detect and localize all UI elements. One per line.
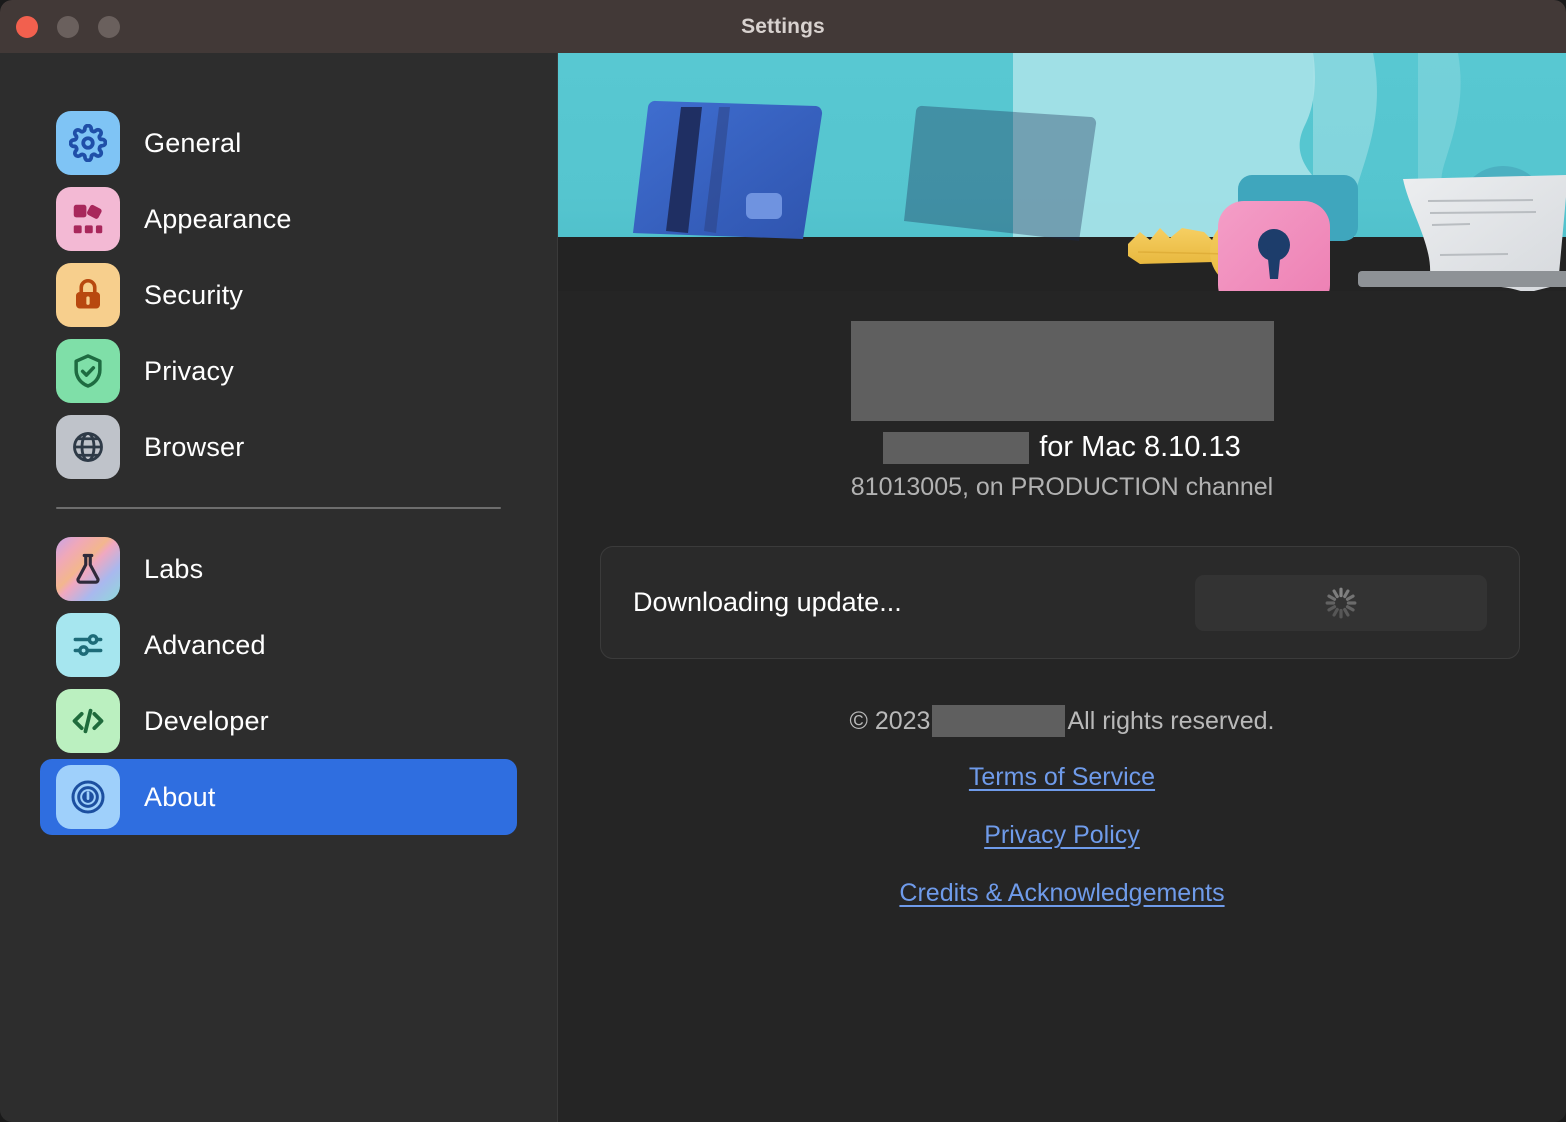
company-name-redacted [932,705,1065,737]
sidebar-item-label: Security [144,280,243,311]
gear-icon [56,111,120,175]
about-panel: for Mac 8.10.13 81013005, on PRODUCTION … [558,53,1566,1122]
sidebar-item-label: About [144,782,216,813]
sidebar-item-security[interactable]: Security [40,257,517,333]
app-logo-redacted [851,321,1274,421]
sidebar-item-developer[interactable]: Developer [40,683,517,759]
sidebar-item-label: Appearance [144,204,292,235]
terms-of-service-link[interactable]: Terms of Service [969,763,1155,792]
sidebar-item-label: General [144,128,241,159]
window-body: General Appearance [0,53,1566,1122]
update-card: Downloading update... [600,546,1520,659]
globe-icon [56,415,120,479]
loading-spinner-icon [1324,586,1358,620]
sidebar-divider [56,507,501,509]
app-version-line: for Mac 8.10.13 [558,431,1566,464]
window-title: Settings [741,15,825,39]
app-build-text: 81013005, on PRODUCTION channel [558,473,1566,502]
sidebar-item-appearance[interactable]: Appearance [40,181,517,257]
update-card-wrap: Downloading update... [558,502,1566,659]
update-action-button[interactable] [1195,575,1487,631]
copyright-prefix: © 2023 [849,707,930,736]
settings-sidebar: General Appearance [0,53,558,1122]
settings-window: Settings General [0,0,1566,1122]
sidebar-nav: General Appearance [0,105,557,835]
close-window-button[interactable] [16,16,38,38]
code-icon [56,689,120,753]
credits-link[interactable]: Credits & Acknowledgements [899,879,1224,908]
lock-icon [56,263,120,327]
sliders-icon [56,613,120,677]
sidebar-item-label: Advanced [144,630,266,661]
hero-illustration [558,53,1566,291]
flask-icon [56,537,120,601]
sidebar-item-about[interactable]: About [40,759,517,835]
copyright-suffix: All rights reserved. [1067,707,1274,736]
about-footer: © 2023 All rights reserved. Terms of Ser… [558,659,1566,908]
copyright-line: © 2023 All rights reserved. [558,705,1566,737]
sidebar-item-label: Browser [144,432,244,463]
about-target-icon [56,765,120,829]
privacy-policy-link[interactable]: Privacy Policy [984,821,1140,850]
shield-check-icon [56,339,120,403]
sidebar-item-label: Labs [144,554,203,585]
sidebar-item-labs[interactable]: Labs [40,531,517,607]
app-identity: for Mac 8.10.13 81013005, on PRODUCTION … [558,291,1566,502]
app-name-redacted [883,432,1029,464]
sidebar-item-browser[interactable]: Browser [40,409,517,485]
maximize-window-button[interactable] [98,16,120,38]
sidebar-item-label: Developer [144,706,269,737]
sidebar-item-general[interactable]: General [40,105,517,181]
update-status-label: Downloading update... [633,587,1195,618]
window-titlebar: Settings [0,0,1566,53]
sidebar-item-label: Privacy [144,356,234,387]
minimize-window-button[interactable] [57,16,79,38]
app-version-text: for Mac 8.10.13 [1039,431,1241,464]
sidebar-item-advanced[interactable]: Advanced [40,607,517,683]
traffic-light-buttons [16,0,120,53]
palette-icon [56,187,120,251]
footer-links: Terms of Service Privacy Policy Credits … [558,763,1566,908]
sidebar-item-privacy[interactable]: Privacy [40,333,517,409]
